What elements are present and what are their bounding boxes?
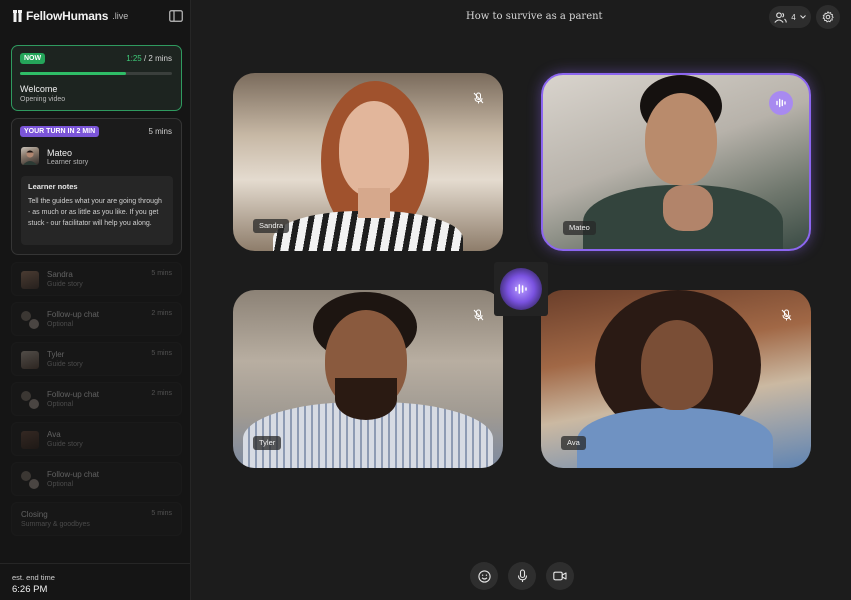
now-title: Welcome	[20, 84, 58, 94]
participants-count: 4	[791, 12, 796, 22]
person-face	[339, 101, 409, 197]
brand: FellowHumans .live	[12, 9, 128, 23]
list-item-subtitle: Optional	[47, 321, 74, 328]
now-subtitle: Opening video	[20, 96, 66, 103]
avatar	[21, 147, 39, 165]
video-tile-tyler[interactable]: Tyler	[233, 290, 503, 468]
participant-name-tag: Ava	[561, 436, 586, 450]
speaking-indicator	[769, 91, 793, 115]
agenda-next-item[interactable]: YOUR TURN IN 2 MIN 5 mins Mateo Learner …	[11, 118, 182, 255]
avatar-group	[21, 391, 39, 409]
now-elapsed: 1:25	[126, 54, 142, 63]
avatar	[21, 271, 39, 289]
avatar-group	[21, 311, 39, 329]
participant-name-tag: Tyler	[253, 436, 282, 450]
turn-duration: 5 mins	[148, 127, 172, 136]
learner-notes-body: Tell the guides what your are going thro…	[28, 198, 162, 227]
now-progress-bar	[20, 72, 172, 75]
mic-icon	[517, 569, 527, 582]
microphone-button[interactable]	[508, 562, 536, 590]
list-item-title: Follow-up chat	[47, 470, 100, 479]
list-item-duration: 2 mins	[151, 310, 172, 317]
list-item-subtitle: Guide story	[47, 441, 83, 448]
list-item-duration: 5 mins	[151, 510, 172, 517]
list-item[interactable]: Follow-up chat Optional 2 mins	[11, 382, 182, 416]
end-time-panel: est. end time 6:26 PM	[0, 563, 191, 600]
video-camera-icon	[553, 571, 567, 581]
turn-subtitle: Learner story	[47, 159, 89, 166]
list-item[interactable]: Sandra Guide story 5 mins	[11, 262, 182, 296]
list-item-title: Follow-up chat	[47, 310, 100, 319]
list-item[interactable]: Tyler Guide story 5 mins	[11, 342, 182, 376]
video-tile-ava[interactable]: Ava	[541, 290, 811, 468]
list-item-title: Follow-up chat	[47, 390, 100, 399]
now-badge: NOW	[20, 53, 46, 64]
mic-off-icon	[473, 92, 483, 104]
brand-logo-icon	[13, 10, 22, 22]
participant-name-tag: Mateo	[563, 221, 596, 235]
audio-wave-icon	[515, 284, 527, 294]
voice-orb	[500, 268, 542, 310]
camera-button[interactable]	[546, 562, 574, 590]
person-neck	[358, 188, 390, 218]
participant-name-tag: Sandra	[253, 219, 290, 233]
list-item-duration: 2 mins	[151, 390, 172, 397]
settings-button[interactable]	[816, 5, 840, 29]
audio-wave-icon	[776, 98, 786, 108]
avatar	[21, 431, 39, 449]
list-item-subtitle: Guide story	[47, 361, 83, 368]
person-face	[641, 320, 713, 410]
list-item-title: Closing	[21, 510, 48, 519]
video-tile-mateo[interactable]: Mateo	[541, 73, 811, 251]
learner-notes: Learner notes Tell the guides what your …	[21, 176, 173, 245]
mic-off-indicator	[471, 308, 485, 322]
collapse-sidebar-icon[interactable]	[169, 10, 183, 22]
mic-off-indicator	[779, 308, 793, 322]
list-item-subtitle: Summary & goodbyes	[21, 521, 90, 528]
avatar-group	[21, 471, 39, 489]
brand-name: FellowHumans	[26, 9, 109, 23]
person-torso	[577, 408, 773, 468]
end-time-value: 6:26 PM	[12, 584, 48, 595]
mic-off-indicator	[471, 91, 485, 105]
facilitator-orb	[494, 262, 548, 316]
participants-button[interactable]: 4	[769, 6, 811, 28]
agenda-current-item[interactable]: NOW 1:25 / 2 mins Welcome Opening video	[11, 45, 182, 111]
brand-tld: .live	[112, 11, 129, 21]
video-tile-sandra[interactable]: Sandra	[233, 73, 503, 251]
list-item-subtitle: Optional	[47, 401, 74, 408]
page-title: How to survive as a parent	[466, 11, 603, 22]
avatar	[21, 351, 39, 369]
list-item-title: Ava	[47, 430, 61, 439]
learner-notes-title: Learner notes	[28, 182, 78, 191]
participants-icon	[774, 11, 788, 23]
end-time-label: est. end time	[12, 573, 55, 582]
mic-off-icon	[473, 309, 483, 321]
turn-name: Mateo	[47, 148, 73, 158]
now-progress-fill	[20, 72, 127, 75]
list-item[interactable]: Follow-up chat Optional 2 mins	[11, 302, 182, 336]
list-item-duration: 5 mins	[151, 270, 172, 277]
sidebar: FellowHumans .live NOW 1:25 / 2 mins Welc…	[0, 0, 191, 600]
person-face	[645, 93, 717, 185]
reactions-button[interactable]	[470, 562, 498, 590]
person-beard	[335, 378, 397, 420]
list-item-title: Tyler	[47, 350, 65, 359]
list-item-duration: 5 mins	[151, 350, 172, 357]
emoji-icon	[477, 569, 491, 583]
list-item-subtitle: Optional	[47, 481, 74, 488]
list-item-title: Sandra	[47, 270, 73, 279]
mic-off-icon	[781, 309, 791, 321]
list-item[interactable]: Follow-up chat Optional	[11, 462, 182, 496]
gear-icon	[822, 11, 834, 23]
person-hand	[663, 185, 713, 231]
list-item[interactable]: Ava Guide story	[11, 422, 182, 456]
now-timer: 1:25 / 2 mins	[126, 54, 172, 63]
now-total: / 2 mins	[141, 54, 172, 63]
your-turn-badge: YOUR TURN IN 2 MIN	[20, 126, 100, 137]
list-item-subtitle: Guide story	[47, 281, 83, 288]
chevron-down-icon	[799, 15, 806, 19]
list-item[interactable]: Closing Summary & goodbyes 5 mins	[11, 502, 182, 536]
